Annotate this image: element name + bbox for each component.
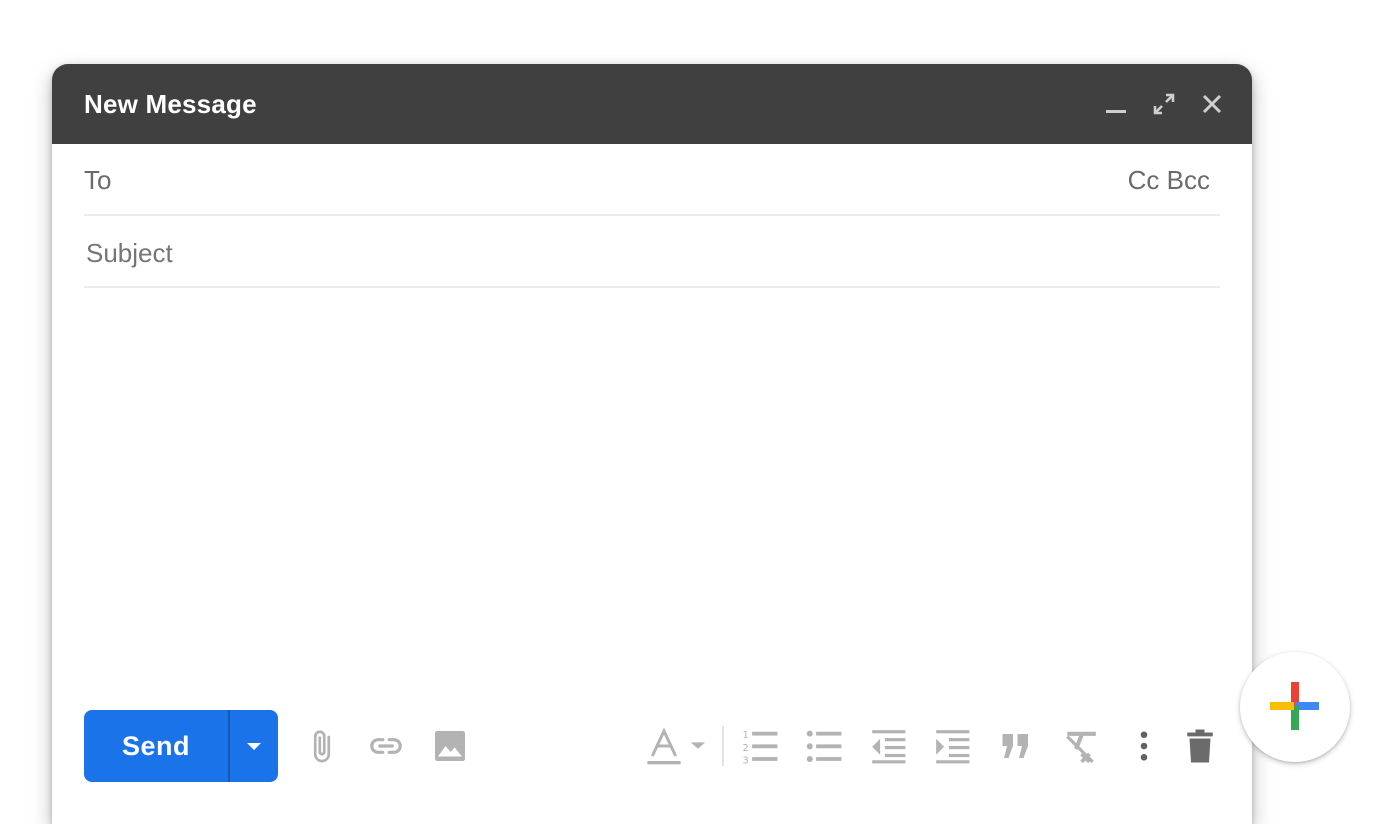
compose-window: New Message To Cc Bcc Send	[52, 64, 1252, 824]
subject-row	[84, 216, 1220, 288]
indent-more-icon[interactable]	[932, 726, 972, 766]
bulleted-list-icon[interactable]	[804, 726, 844, 766]
minimize-icon[interactable]	[1100, 88, 1132, 120]
text-color-icon[interactable]	[642, 726, 686, 766]
add-on-plus-button[interactable]	[1240, 652, 1350, 762]
text-color-dropdown-icon[interactable]	[686, 726, 710, 766]
attach-file-icon[interactable]	[302, 726, 342, 766]
more-options-icon[interactable]	[1124, 726, 1164, 766]
compose-titlebar[interactable]: New Message	[52, 64, 1252, 144]
quote-icon[interactable]	[996, 726, 1036, 766]
subject-input[interactable]	[84, 230, 1218, 276]
remove-formatting-icon[interactable]	[1060, 726, 1100, 766]
message-body[interactable]	[84, 290, 1220, 690]
insert-link-icon[interactable]	[366, 726, 406, 766]
insert-photo-icon[interactable]	[430, 726, 470, 766]
svg-text:3: 3	[743, 755, 749, 765]
close-icon[interactable]	[1196, 88, 1228, 120]
to-input[interactable]	[134, 158, 1038, 204]
cc-link[interactable]: Cc	[1128, 165, 1160, 195]
numbered-list-icon[interactable]: 1 2 3	[740, 726, 780, 766]
to-label: To	[84, 165, 112, 195]
send-button[interactable]: Send	[84, 710, 228, 782]
compose-title: New Message	[84, 89, 257, 119]
send-button-group: Send	[84, 710, 278, 782]
toolbar-separator	[722, 726, 724, 766]
discard-draft-icon[interactable]	[1180, 726, 1220, 766]
fullscreen-icon[interactable]	[1148, 88, 1180, 120]
plus-icon	[1270, 682, 1319, 730]
dropdown-arrow-icon	[247, 743, 261, 750]
svg-text:1: 1	[743, 730, 749, 741]
bcc-link[interactable]: Bcc	[1167, 165, 1210, 195]
indent-less-icon[interactable]	[868, 726, 908, 766]
to-row: To Cc Bcc	[84, 144, 1220, 216]
cc-bcc-links: Cc Bcc	[1128, 164, 1210, 196]
send-options-button[interactable]	[230, 710, 278, 782]
svg-text:2: 2	[743, 743, 749, 754]
